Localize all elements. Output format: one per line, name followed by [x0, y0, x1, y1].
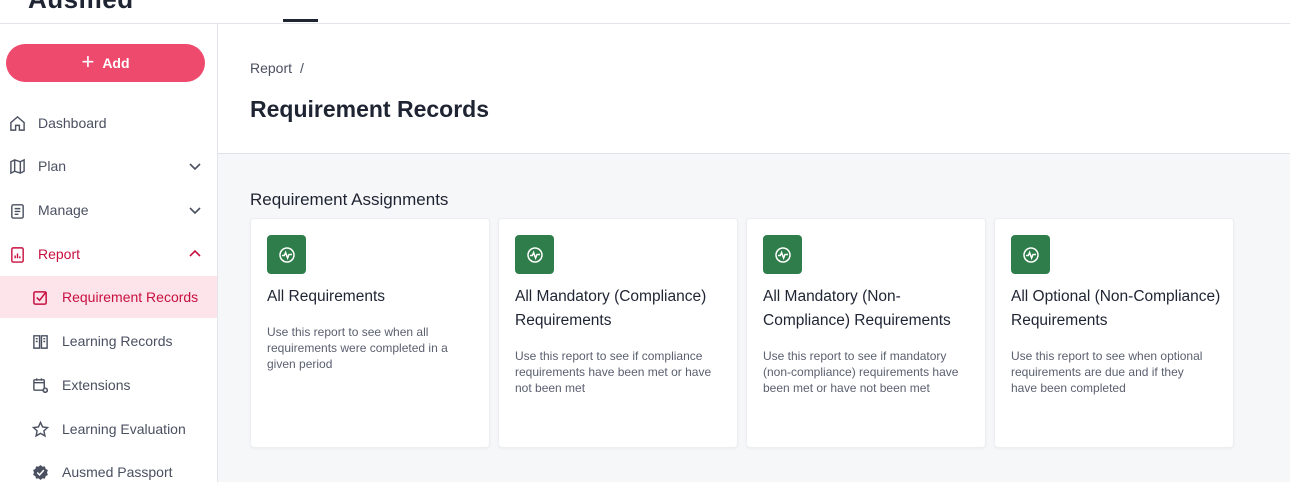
- sidebar: + Add Dashboard Plan Manage Report Requi…: [0, 24, 218, 482]
- section-title: Requirement Assignments: [250, 190, 449, 209]
- sidebar-subitem-extensions[interactable]: Extensions: [0, 364, 217, 406]
- sidebar-subitem-label: Extensions: [62, 377, 131, 393]
- verified-badge-icon: [33, 464, 48, 481]
- card-description: Use this report to see if compliance req…: [515, 349, 712, 395]
- star-icon: [32, 421, 49, 438]
- card-title: All Optional (Non-Compliance) Requiremen…: [1011, 288, 1221, 329]
- card-title: All Mandatory (Non-Compliance) Requireme…: [763, 288, 951, 329]
- report-card-mandatory-compliance[interactable]: All Mandatory (Compliance) Requirements …: [498, 218, 738, 448]
- sidebar-item-label: Dashboard: [38, 115, 107, 131]
- book-icon: [33, 335, 48, 349]
- activity-icon: [267, 235, 306, 274]
- sidebar-subitem-label: Ausmed Passport: [62, 464, 173, 480]
- chevron-down-icon[interactable]: [188, 159, 202, 173]
- report-card-optional-non-compliance[interactable]: All Optional (Non-Compliance) Requiremen…: [994, 218, 1234, 448]
- sidebar-item-label: Report: [38, 246, 81, 262]
- sidebar-item-label: Plan: [38, 158, 67, 174]
- card-title: All Mandatory (Compliance) Requirements: [515, 288, 707, 329]
- top-bar: Ausmed: [0, 0, 1290, 24]
- activity-icon: [763, 235, 802, 274]
- page-header: Report / Requirement Records: [218, 24, 1290, 154]
- sidebar-subitem-learning-evaluation[interactable]: Learning Evaluation: [0, 408, 217, 450]
- sidebar-subitem-learning-records[interactable]: Learning Records: [0, 320, 217, 362]
- card-description: Use this report to see when all requirem…: [267, 325, 448, 371]
- logo-mark: [0, 0, 22, 4]
- add-button[interactable]: + Add: [6, 44, 205, 82]
- chevron-down-icon[interactable]: [188, 203, 202, 217]
- activity-icon: [1011, 235, 1050, 274]
- plus-icon: +: [81, 49, 95, 74]
- page-title: Requirement Records: [250, 96, 490, 122]
- sidebar-subitem-label: Requirement Records: [62, 289, 199, 305]
- sidebar-item-dashboard[interactable]: Dashboard: [0, 103, 217, 143]
- calendar-add-icon: [33, 378, 49, 394]
- logo[interactable]: Ausmed: [28, 0, 134, 15]
- report-card-all-requirements[interactable]: All Requirements Use this report to see …: [250, 218, 490, 448]
- breadcrumb-link-report[interactable]: Report: [250, 60, 292, 76]
- sidebar-item-plan[interactable]: Plan: [0, 146, 217, 186]
- active-tab-indicator: [283, 19, 318, 22]
- card-title: All Requirements: [267, 288, 386, 305]
- sidebar-subitem-requirement-records[interactable]: Requirement Records: [0, 276, 217, 318]
- chevron-up-icon[interactable]: [188, 247, 202, 261]
- card-description: Use this report to see if mandatory (non…: [763, 349, 959, 395]
- breadcrumb: Report /: [250, 60, 304, 76]
- clipboard-icon: [11, 204, 24, 219]
- sidebar-subitem-label: Learning Records: [62, 333, 173, 349]
- sidebar-subitem-ausmed-passport[interactable]: Ausmed Passport: [0, 451, 217, 482]
- sidebar-subitem-label: Learning Evaluation: [62, 421, 186, 437]
- map-icon: [10, 158, 25, 175]
- add-button-label: Add: [102, 55, 130, 71]
- card-description: Use this report to see when optional req…: [1011, 349, 1203, 395]
- report-icon: [11, 247, 24, 263]
- sidebar-item-manage[interactable]: Manage: [0, 190, 217, 230]
- breadcrumb-separator: /: [300, 60, 304, 76]
- main-content: Report / Requirement Records Requirement …: [218, 24, 1290, 482]
- sidebar-item-label: Manage: [38, 202, 89, 218]
- checklist-icon: [33, 291, 47, 305]
- report-card-mandatory-non-compliance[interactable]: All Mandatory (Non-Compliance) Requireme…: [746, 218, 986, 448]
- home-icon: [10, 115, 25, 131]
- activity-icon: [515, 235, 554, 274]
- sidebar-item-report[interactable]: Report: [0, 234, 217, 274]
